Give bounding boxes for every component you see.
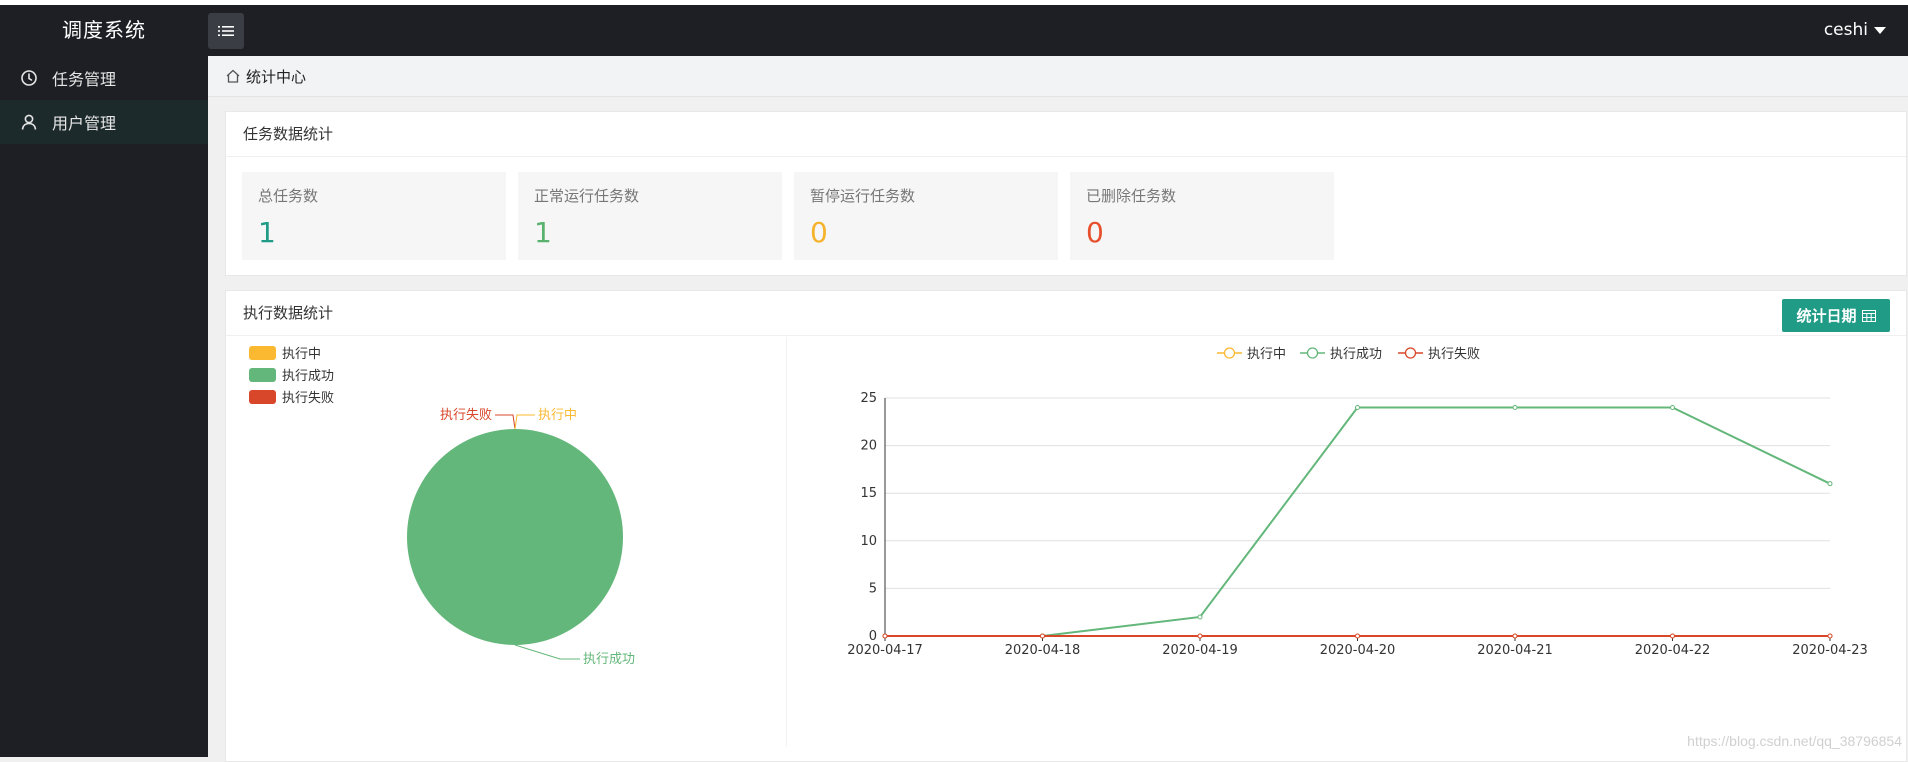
user-menu[interactable]: ceshi <box>1824 5 1886 56</box>
x-tick-label: 2020-04-20 <box>1320 643 1396 658</box>
stat-value: 1 <box>258 216 276 249</box>
clock-icon <box>21 70 37 86</box>
sidebar-item-user-management[interactable]: 用户管理 <box>0 100 208 144</box>
data-point <box>1355 633 1360 639</box>
pie-label-failed: 执行失败 <box>440 408 492 423</box>
y-tick-label: 15 <box>860 486 877 501</box>
stat-date-button-label: 统计日期 <box>1796 307 1857 325</box>
y-tick-label: 10 <box>860 534 877 549</box>
user-icon <box>21 114 37 130</box>
calendar-icon <box>1861 309 1876 322</box>
sidebar-item-task-management[interactable]: 任务管理 <box>0 56 208 100</box>
user-name: ceshi <box>1823 20 1868 40</box>
stat-card-total: 总任务数 1 <box>242 172 506 260</box>
exec-stats-card: 执行数据统计 统计日期 执行中 执行成功 执行失败 执行失败 执行中 执行成功 … <box>225 290 1907 762</box>
stat-label: 总任务数 <box>258 187 319 205</box>
data-point <box>1040 633 1045 639</box>
sidebar-item-label: 用户管理 <box>52 114 117 133</box>
sidebar-item-label: 任务管理 <box>52 70 117 89</box>
series-line <box>885 406 1831 637</box>
x-tick-label: 2020-04-17 <box>847 643 923 658</box>
hamburger-icon <box>218 26 234 36</box>
pie-leader-line <box>514 414 535 430</box>
menu-toggle-button[interactable] <box>208 13 244 49</box>
data-point <box>1355 405 1360 411</box>
stat-label: 正常运行任务数 <box>534 187 640 205</box>
y-tick-label: 25 <box>860 391 877 406</box>
data-point <box>1670 633 1675 639</box>
pie-slice <box>407 429 623 645</box>
data-point <box>1670 405 1675 411</box>
data-point <box>1197 633 1203 639</box>
data-point <box>1827 633 1833 639</box>
main-content: 统计中心 任务数据统计 总任务数 1 正常运行任务数 1 暂停运行任务数 0 已… <box>208 56 1908 762</box>
app-title: 调度系统 <box>62 18 146 42</box>
caret-down-icon <box>1874 26 1886 34</box>
x-tick-label: 2020-04-21 <box>1477 643 1553 658</box>
home-icon[interactable] <box>225 68 241 84</box>
stat-card-paused: 暂停运行任务数 0 <box>794 172 1058 260</box>
stat-card-running: 正常运行任务数 1 <box>518 172 782 260</box>
pie-label-running: 执行中 <box>538 408 577 423</box>
stat-value: 0 <box>1086 216 1104 249</box>
stat-value: 1 <box>534 216 552 249</box>
y-tick-label: 0 <box>869 629 877 644</box>
x-tick-label: 2020-04-22 <box>1635 643 1711 658</box>
data-point <box>1512 405 1518 411</box>
y-tick-label: 20 <box>860 439 877 454</box>
breadcrumb: 统计中心 <box>208 56 1908 97</box>
pie-chart: 执行失败 执行中执行成功 <box>407 408 635 667</box>
data-point <box>1827 481 1833 487</box>
stat-card-deleted: 已删除任务数 0 <box>1070 172 1334 260</box>
stat-date-button[interactable]: 统计日期 <box>1782 299 1890 332</box>
line-chart: 0 5 10 15 20 25 2020-04-17 2020-04-18 2020-04-19… <box>847 391 1868 658</box>
sidebar: 任务管理 用户管理 <box>0 56 208 757</box>
stat-label: 已删除任务数 <box>1086 187 1177 205</box>
breadcrumb-current: 统计中心 <box>246 67 307 86</box>
stat-value: 0 <box>810 216 828 249</box>
data-point <box>1197 614 1203 620</box>
pie-leader-line <box>514 644 580 660</box>
data-point <box>1512 633 1518 639</box>
x-tick-label: 2020-04-19 <box>1162 643 1238 658</box>
exec-stats-title: 执行数据统计 <box>226 291 1906 336</box>
pie-leader-line <box>495 414 516 430</box>
stat-label: 暂停运行任务数 <box>810 187 916 205</box>
pie-label-success: 执行成功 <box>583 652 635 667</box>
x-tick-label: 2020-04-23 <box>1792 643 1868 658</box>
watermark: https://blog.csdn.net/qq_38796854 <box>1687 733 1902 749</box>
task-stats-title: 任务数据统计 <box>226 112 1906 157</box>
data-point <box>882 633 888 639</box>
task-stats-card: 任务数据统计 总任务数 1 正常运行任务数 1 暂停运行任务数 0 已删除任务数… <box>225 111 1907 276</box>
top-header: 调度系统 ceshi <box>0 5 1908 56</box>
y-tick-label: 5 <box>869 581 877 596</box>
x-tick-label: 2020-04-18 <box>1005 643 1081 658</box>
